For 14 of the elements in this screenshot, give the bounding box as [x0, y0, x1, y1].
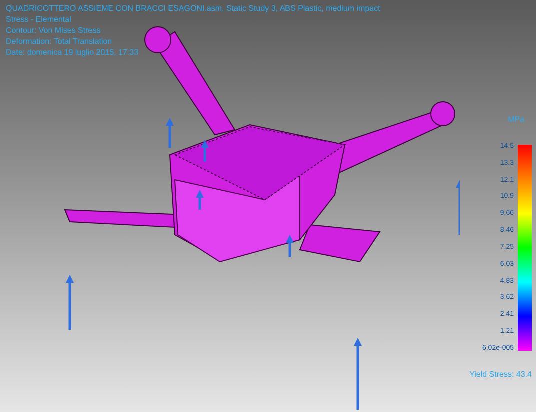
yield-stress-text: Yield Stress: 43.4	[470, 369, 532, 381]
load-arrow-icon	[286, 235, 294, 257]
plot-info-text: Contour: Von Mises Stress	[6, 25, 102, 36]
load-arrow-icon	[456, 180, 460, 235]
load-arrow-icon	[196, 190, 204, 210]
plot-info-text: QUADRICOTTERO ASSIEME CON BRACCI ESAGONI.asm, Static Study 3, ABS Plastic, medium impact	[6, 3, 380, 14]
load-arrow-icon	[201, 140, 209, 162]
plot-info-text: Date: domenica 19 luglio 2015, 17:33	[6, 47, 140, 58]
legend-unit-text: MPa	[508, 114, 524, 126]
load-arrow-icon	[354, 338, 362, 410]
plot-info-text: Deformation: Total Translation	[6, 36, 114, 47]
load-arrow-icon	[66, 275, 74, 330]
plot-info-text: Stress - Elemental	[6, 14, 72, 25]
load-arrow-icon	[166, 118, 174, 148]
